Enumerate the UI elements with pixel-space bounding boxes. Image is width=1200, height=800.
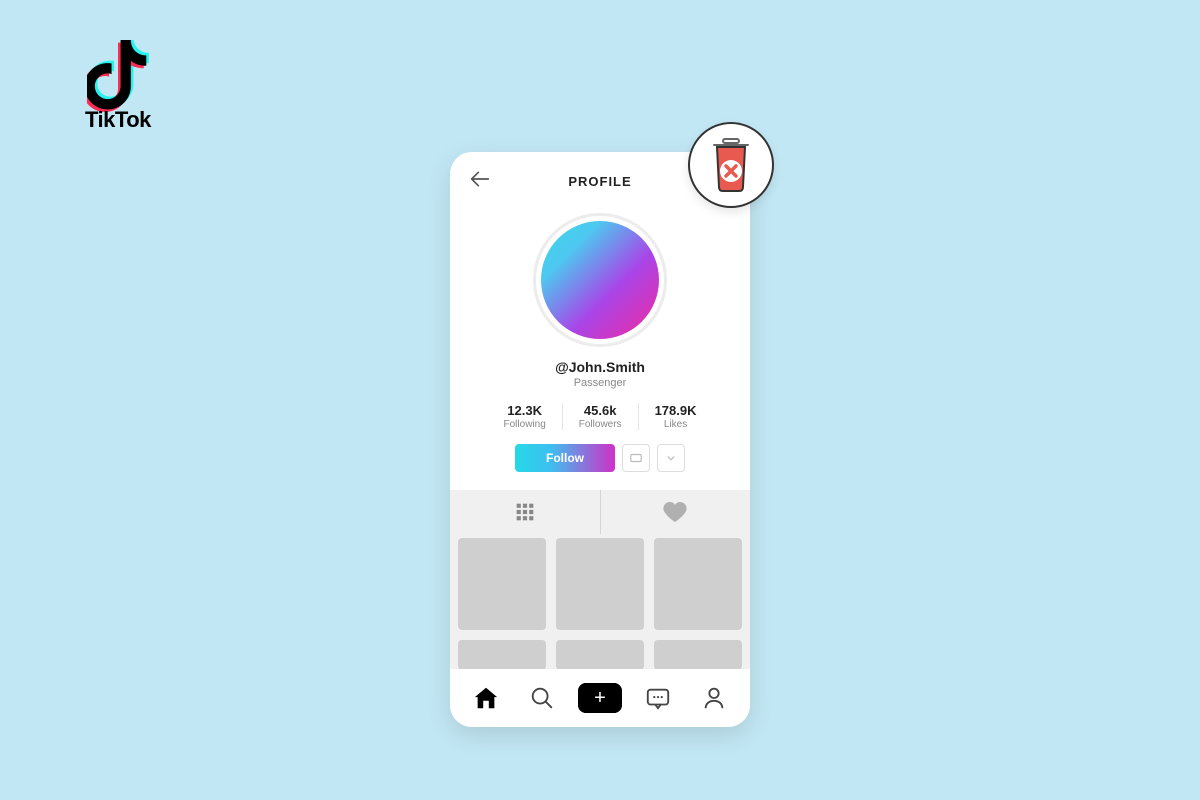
content-tabs [450,490,750,534]
back-button[interactable] [470,170,490,193]
nav-search[interactable] [522,678,562,718]
avatar-container [450,213,750,347]
followers-label: Followers [579,419,622,430]
tiktok-note-icon [87,40,149,112]
video-thumbnail[interactable] [654,640,742,669]
likes-value: 178.9K [655,403,697,418]
page-title: PROFILE [568,174,631,189]
avatar-ring [533,213,667,347]
following-value: 12.3K [504,403,546,418]
more-button[interactable] [657,444,685,472]
actions-row: Follow [450,444,750,472]
bottom-nav: + [450,669,750,727]
nav-inbox[interactable] [638,678,678,718]
user-info: @John.Smith Passenger [450,359,750,389]
follow-button[interactable]: Follow [515,444,615,472]
delete-badge[interactable] [688,122,774,208]
search-icon [529,685,555,711]
followers-value: 45.6k [579,403,622,418]
likes-label: Likes [655,419,697,430]
video-thumbnail[interactable] [458,538,546,630]
stat-following[interactable]: 12.3K Following [488,403,562,430]
heart-icon [663,501,687,523]
username: @John.Smith [450,359,750,375]
stat-likes[interactable]: 178.9K Likes [638,403,713,430]
video-thumbnail[interactable] [654,538,742,630]
nav-profile[interactable] [694,678,734,718]
tab-likes[interactable] [600,490,751,534]
nav-create[interactable]: + [578,683,622,713]
profile-icon [701,685,727,711]
trash-icon [706,137,756,193]
following-label: Following [504,419,546,430]
back-arrow-icon [470,170,490,188]
stat-followers[interactable]: 45.6k Followers [562,403,638,430]
stats-row: 12.3K Following 45.6k Followers 178.9K L… [450,403,750,430]
grid-icon [515,502,535,522]
chevron-down-icon [664,451,678,465]
tiktok-logo: TikTok [85,40,151,133]
video-thumbnail[interactable] [458,640,546,669]
home-icon [473,685,499,711]
phone-frame: PROFILE @John.Smith Passenger 12.3K Foll… [450,152,750,727]
message-button[interactable] [622,444,650,472]
video-thumbnail[interactable] [556,538,644,630]
tiktok-wordmark: TikTok [85,107,151,133]
content-grid [450,534,750,669]
video-thumbnail[interactable] [556,640,644,669]
message-icon [629,451,643,465]
nav-home[interactable] [466,678,506,718]
plus-icon: + [594,687,606,710]
tab-grid[interactable] [450,490,600,534]
inbox-icon [645,685,671,711]
avatar[interactable] [541,221,659,339]
user-subtitle: Passenger [450,377,750,389]
